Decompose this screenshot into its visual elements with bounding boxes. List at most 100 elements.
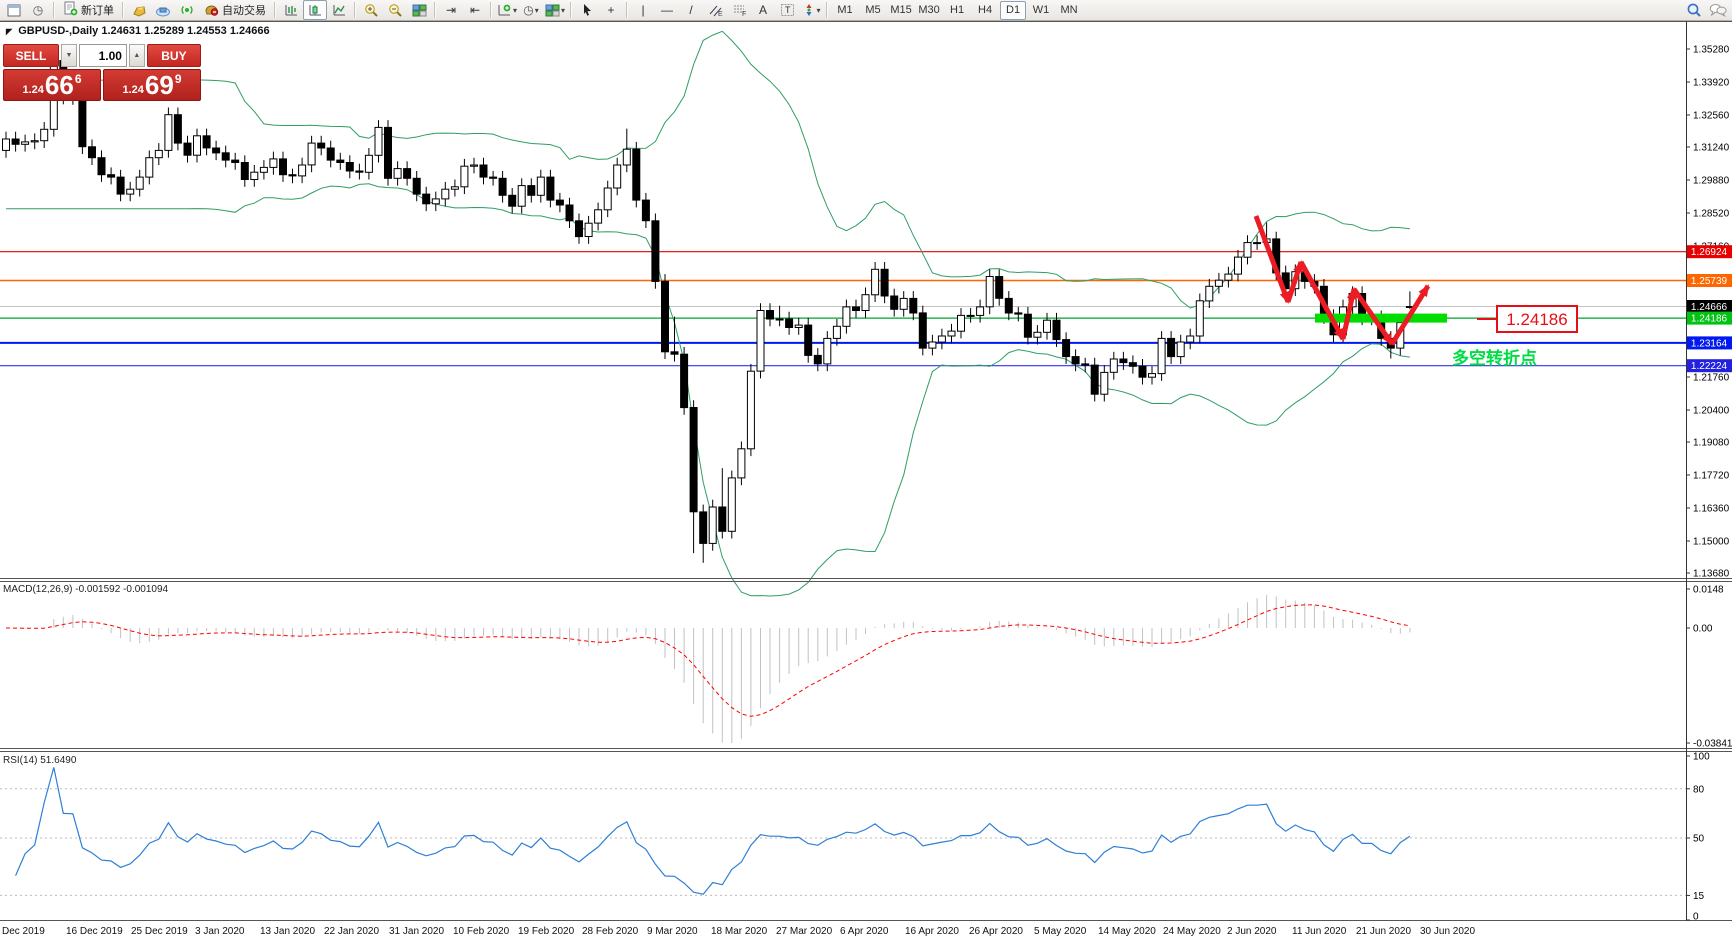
sell-button[interactable]: SELL bbox=[3, 44, 59, 67]
svg-text:1.24186: 1.24186 bbox=[1506, 310, 1567, 329]
new-order-icon bbox=[63, 1, 78, 19]
equidistant-channel-icon[interactable]: E bbox=[703, 0, 727, 20]
volume-input[interactable] bbox=[78, 44, 127, 67]
svg-text:1.20400: 1.20400 bbox=[1693, 406, 1730, 417]
svg-text:1.22224: 1.22224 bbox=[1691, 361, 1728, 372]
search-icon[interactable] bbox=[1682, 0, 1706, 20]
svg-text:1.19080: 1.19080 bbox=[1693, 438, 1730, 449]
svg-text:1.17720: 1.17720 bbox=[1693, 471, 1730, 482]
svg-text:16 Apr 2020: 16 Apr 2020 bbox=[905, 926, 959, 937]
templates-icon[interactable]: ▾ bbox=[543, 0, 567, 20]
toolbar-separator bbox=[826, 2, 829, 18]
window-arrow-icon: ◤ bbox=[6, 27, 13, 36]
svg-text:22 Jan 2020: 22 Jan 2020 bbox=[324, 926, 379, 937]
svg-text:14 May 2020: 14 May 2020 bbox=[1098, 926, 1156, 937]
toolbar-separator bbox=[274, 2, 276, 18]
svg-text:25 Dec 2019: 25 Dec 2019 bbox=[131, 926, 188, 937]
crosshair-icon[interactable]: + bbox=[599, 0, 623, 20]
svg-text:5 May 2020: 5 May 2020 bbox=[1034, 926, 1087, 937]
svg-text:1.32560: 1.32560 bbox=[1693, 111, 1730, 122]
svg-text:1.35280: 1.35280 bbox=[1693, 45, 1730, 56]
toolbar: ◷ 新订单 自动交易 ⇥ ⇤ ▾ ◷ ▾ ▾ + | — / E F A T ▾ M1 M5 M15 M30 H1 H4 D1 W… bbox=[0, 0, 1732, 21]
sell-price-button[interactable]: 1.24 66 6 bbox=[3, 69, 101, 101]
svg-text:16 Dec 2019: 16 Dec 2019 bbox=[66, 926, 123, 937]
svg-text:1.26924: 1.26924 bbox=[1691, 247, 1728, 258]
svg-text:3 Jan 2020: 3 Jan 2020 bbox=[195, 926, 245, 937]
signals-icon[interactable] bbox=[175, 0, 199, 20]
buy-price-pip: 9 bbox=[174, 72, 182, 86]
svg-text:31 Jan 2020: 31 Jan 2020 bbox=[389, 926, 444, 937]
tick-chart-icon[interactable]: ◷ bbox=[26, 0, 50, 20]
toolbar-separator bbox=[490, 2, 492, 18]
timeframe-d1-button[interactable]: D1 bbox=[1000, 0, 1027, 20]
macd-label: MACD(12,26,9) -0.001592 -0.001094 bbox=[3, 584, 169, 595]
svg-text:1.29880: 1.29880 bbox=[1693, 176, 1730, 187]
vertical-line-icon[interactable]: | bbox=[631, 0, 655, 20]
timeframe-m30-button[interactable]: M30 bbox=[916, 1, 942, 20]
svg-text:Dec 2019: Dec 2019 bbox=[2, 926, 45, 937]
svg-text:0.0148: 0.0148 bbox=[1693, 585, 1724, 596]
trendline-icon[interactable]: / bbox=[679, 0, 703, 20]
volume-up-button[interactable]: ▲ bbox=[128, 44, 145, 67]
svg-text:1.25739: 1.25739 bbox=[1691, 276, 1728, 287]
svg-text:1.21760: 1.21760 bbox=[1693, 373, 1730, 384]
svg-text:1.13680: 1.13680 bbox=[1693, 569, 1730, 580]
svg-text:19 Feb 2020: 19 Feb 2020 bbox=[518, 926, 575, 937]
timeframe-h4-button[interactable]: H4 bbox=[972, 1, 998, 20]
fibonacci-icon[interactable]: F bbox=[727, 0, 751, 20]
svg-text:21 Jun 2020: 21 Jun 2020 bbox=[1356, 926, 1411, 937]
horizontal-line-icon[interactable]: — bbox=[655, 0, 679, 20]
svg-text:26 Apr 2020: 26 Apr 2020 bbox=[969, 926, 1023, 937]
svg-text:F: F bbox=[742, 11, 746, 17]
new-order-button[interactable]: 新订单 bbox=[58, 0, 119, 20]
candlestick-chart-icon[interactable] bbox=[303, 0, 327, 20]
timeframe-mn-button[interactable]: MN bbox=[1056, 1, 1082, 20]
zoom-in-icon[interactable] bbox=[359, 0, 383, 20]
timeframe-w1-button[interactable]: W1 bbox=[1028, 1, 1054, 20]
chat-icon[interactable] bbox=[1706, 0, 1730, 20]
svg-text:18 Mar 2020: 18 Mar 2020 bbox=[711, 926, 768, 937]
buy-button[interactable]: BUY bbox=[146, 44, 201, 67]
time-axis[interactable]: Dec 2019 16 Dec 2019 25 Dec 2019 3 Jan 2020… bbox=[2, 926, 1475, 937]
sell-price-pip: 6 bbox=[74, 72, 82, 86]
arrows-shapes-icon[interactable]: ▾ bbox=[799, 0, 823, 20]
tile-windows-icon[interactable] bbox=[407, 0, 431, 20]
autotrade-button[interactable]: 自动交易 bbox=[199, 0, 271, 20]
buy-price-base: 1.24 bbox=[122, 84, 144, 96]
svg-text:1.33920: 1.33920 bbox=[1693, 78, 1730, 89]
svg-text:80: 80 bbox=[1693, 784, 1705, 795]
svg-text:1.24186: 1.24186 bbox=[1691, 314, 1728, 325]
svg-text:0: 0 bbox=[1693, 912, 1699, 923]
text-label-icon[interactable]: T bbox=[775, 0, 799, 20]
autotrade-icon bbox=[204, 2, 219, 19]
zoom-out-icon[interactable] bbox=[383, 0, 407, 20]
svg-text:11 Jun 2020: 11 Jun 2020 bbox=[1292, 926, 1347, 937]
line-chart-icon[interactable] bbox=[327, 0, 351, 20]
auto-scroll-icon[interactable]: ⇥ bbox=[439, 0, 463, 20]
timeframe-m1-button[interactable]: M1 bbox=[832, 1, 858, 20]
svg-text:2 Jun 2020: 2 Jun 2020 bbox=[1227, 926, 1277, 937]
market-gold-icon[interactable] bbox=[127, 0, 151, 20]
rsi-label: RSI(14) 51.6490 bbox=[3, 755, 77, 766]
volume-down-button[interactable]: ▼ bbox=[60, 44, 77, 67]
chart-shift-icon[interactable]: ⇤ bbox=[463, 0, 487, 20]
periods-icon[interactable]: ◷ ▾ bbox=[519, 0, 543, 20]
sell-price-main: 66 bbox=[44, 70, 74, 100]
cursor-icon[interactable] bbox=[575, 0, 599, 20]
timeframe-m15-button[interactable]: M15 bbox=[888, 1, 914, 20]
timeframe-h1-button[interactable]: H1 bbox=[944, 1, 970, 20]
svg-text:30 Jun 2020: 30 Jun 2020 bbox=[1420, 926, 1475, 937]
timeframe-m5-button[interactable]: M5 bbox=[860, 1, 886, 20]
cloud-charts-icon[interactable] bbox=[151, 0, 175, 20]
turning-point-note[interactable]: 多空转折点 bbox=[1452, 348, 1537, 368]
bar-chart-icon[interactable] bbox=[279, 0, 303, 20]
buy-price-button[interactable]: 1.24 69 9 bbox=[103, 69, 201, 101]
sell-price-base: 1.24 bbox=[22, 84, 44, 96]
indicators-add-icon[interactable]: ▾ bbox=[495, 0, 519, 20]
svg-text:1.16360: 1.16360 bbox=[1693, 504, 1730, 515]
chart-window-icon[interactable] bbox=[2, 0, 26, 20]
text-icon[interactable]: A bbox=[751, 0, 775, 20]
svg-text:1.15000: 1.15000 bbox=[1693, 537, 1730, 548]
svg-text:10 Feb 2020: 10 Feb 2020 bbox=[453, 926, 510, 937]
chart-canvas[interactable]: 1.24186 多空转折点 1.35280 1.33920 1.32560 1.31240… bbox=[0, 0, 1732, 942]
